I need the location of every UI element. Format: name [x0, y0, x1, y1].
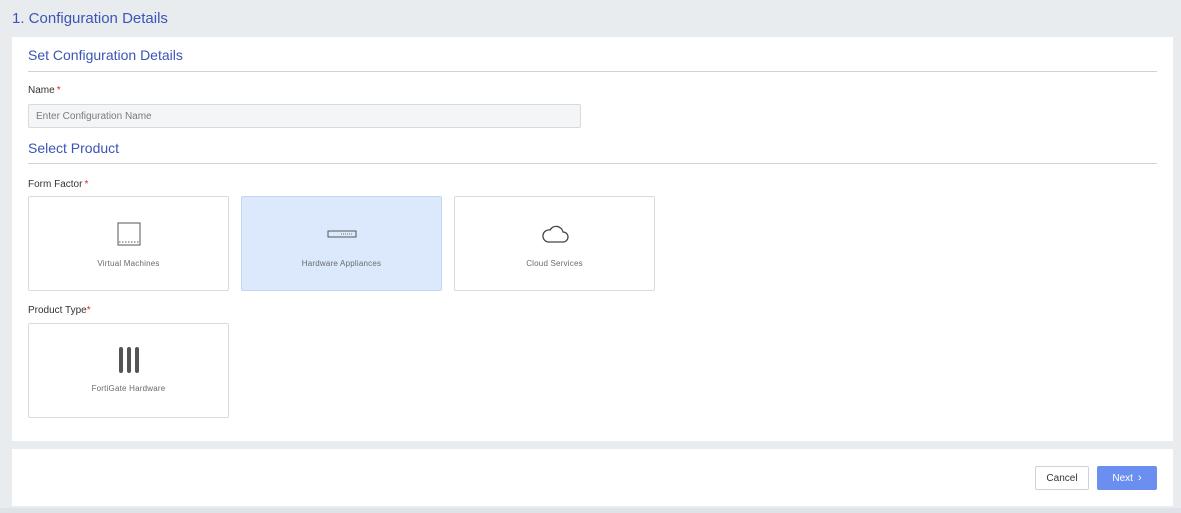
chevron-right-icon: › — [1137, 472, 1142, 484]
product-type-required-marker: * — [86, 305, 91, 316]
footer-bar: Cancel Next › — [12, 449, 1173, 506]
form-factor-virtual-machines-card[interactable]: Virtual Machines — [28, 196, 229, 291]
next-button[interactable]: Next › — [1097, 466, 1157, 490]
config-section-title: Set Configuration Details — [28, 47, 183, 63]
bottom-strip — [0, 508, 1181, 513]
form-factor-cloud-services-card[interactable]: Cloud Services — [454, 196, 655, 291]
product-type-fortigate-hardware-card[interactable]: FortiGate Hardware — [28, 323, 229, 418]
next-button-label: Next — [1112, 472, 1133, 484]
product-section-divider — [28, 163, 1157, 164]
step-header: 1. Configuration Details — [12, 0, 1172, 37]
virtual-machine-icon — [116, 221, 142, 247]
name-required-marker: * — [56, 85, 61, 96]
cloud-icon — [539, 221, 571, 247]
form-factor-required-marker: * — [84, 179, 89, 190]
step-title: 1. Configuration Details — [12, 10, 168, 27]
fortigate-icon — [116, 346, 142, 374]
card-label: Cloud Services — [526, 259, 583, 268]
hardware-appliance-icon — [327, 221, 357, 247]
form-factor-label: Form Factor * — [28, 179, 88, 190]
card-label: Virtual Machines — [97, 259, 160, 268]
name-label-text: Name — [28, 85, 55, 96]
name-label: Name * — [28, 85, 61, 96]
card-label: FortiGate Hardware — [91, 384, 166, 393]
form-factor-label-text: Form Factor — [28, 179, 83, 190]
card-label: Hardware Appliances — [301, 259, 382, 268]
product-type-label: Product Type* — [28, 305, 91, 316]
product-section-title: Select Product — [28, 140, 120, 156]
product-type-label-text: Product Type — [28, 305, 87, 316]
configuration-name-input[interactable] — [28, 104, 581, 128]
configuration-panel: Set Configuration Details Name* Select P… — [12, 37, 1173, 441]
cancel-button[interactable]: Cancel — [1035, 466, 1089, 490]
config-section-divider — [28, 71, 1157, 72]
form-factor-hardware-appliances-card[interactable]: Hardware Appliances — [241, 196, 442, 291]
